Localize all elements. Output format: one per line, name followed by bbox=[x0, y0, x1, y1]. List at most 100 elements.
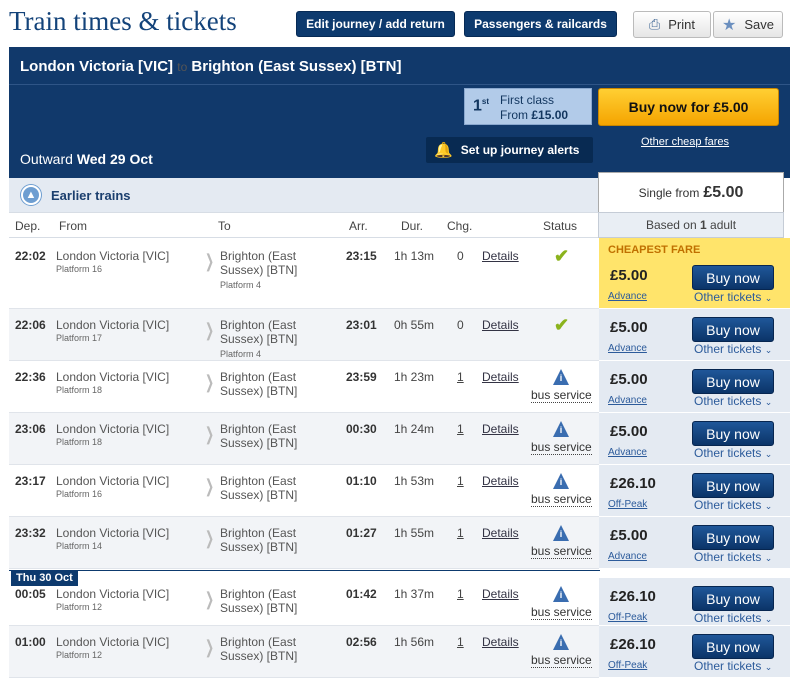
chevron-right-icon: ❯ bbox=[205, 251, 215, 271]
details-link[interactable]: Details bbox=[482, 635, 519, 649]
chevron-down-icon: ⌄ bbox=[764, 397, 773, 407]
fare-price: £26.10 bbox=[610, 636, 656, 653]
first-class-label: First class bbox=[500, 93, 554, 107]
bus-service-link[interactable]: bus service bbox=[531, 388, 592, 403]
departure-time: 23:32 bbox=[15, 526, 46, 540]
save-button[interactable]: ★ Save bbox=[713, 11, 783, 38]
buy-now-button[interactable]: Buy now bbox=[692, 634, 774, 659]
bus-service-link[interactable]: bus service bbox=[531, 605, 592, 620]
buy-now-button[interactable]: Buy now bbox=[692, 265, 774, 290]
from-station: London Victoria [VIC] Platform 16 bbox=[56, 249, 170, 274]
details-link[interactable]: Details bbox=[482, 526, 519, 540]
other-cheap-fares-link[interactable]: Other cheap fares bbox=[641, 136, 729, 148]
from-station: London Victoria [VIC] Platform 18 bbox=[56, 422, 170, 447]
ok-check-icon: ✔ bbox=[554, 315, 570, 335]
first-class-box[interactable]: 1st First class From £15.00 bbox=[464, 88, 592, 125]
train-row[interactable]: 01:00 London Victoria [VIC] Platform 12 ❯… bbox=[9, 626, 600, 678]
changes[interactable]: 1 bbox=[457, 526, 464, 540]
col-from: From bbox=[59, 219, 87, 233]
col-to: To bbox=[218, 219, 231, 233]
col-chg: Chg. bbox=[447, 219, 473, 233]
fare-type-link[interactable]: Off-Peak bbox=[608, 660, 647, 671]
print-button[interactable]: ⎙ Print bbox=[633, 11, 711, 38]
changes[interactable]: 1 bbox=[457, 587, 464, 601]
other-tickets-dropdown[interactable]: Other tickets ⌄ bbox=[694, 498, 772, 512]
from-station: London Victoria [VIC] Platform 17 bbox=[56, 318, 170, 343]
fare-type-link[interactable]: Advance bbox=[608, 343, 647, 354]
chevron-right-icon: ❯ bbox=[205, 424, 215, 444]
changes[interactable]: 1 bbox=[457, 635, 464, 649]
details-link[interactable]: Details bbox=[482, 318, 519, 332]
buy-now-button[interactable]: Buy now bbox=[692, 473, 774, 498]
other-tickets-dropdown[interactable]: Other tickets ⌄ bbox=[694, 550, 772, 564]
fare-type-link[interactable]: Advance bbox=[608, 291, 647, 302]
buy-now-button[interactable]: Buy now bbox=[692, 317, 774, 342]
buy-now-button[interactable]: Buy now bbox=[692, 421, 774, 446]
other-tickets-dropdown[interactable]: Other tickets ⌄ bbox=[694, 659, 772, 673]
fare-type-link[interactable]: Advance bbox=[608, 395, 647, 406]
outward-date: Outward Wed 29 Oct bbox=[20, 151, 153, 167]
train-row[interactable]: 22:06 London Victoria [VIC] Platform 17 ❯… bbox=[9, 309, 600, 361]
other-tickets-dropdown[interactable]: Other tickets ⌄ bbox=[694, 342, 772, 356]
day-divider bbox=[9, 570, 600, 571]
bus-service-link[interactable]: bus service bbox=[531, 440, 592, 455]
train-row[interactable]: 22:36 London Victoria [VIC] Platform 18 ❯… bbox=[9, 361, 600, 413]
details-link[interactable]: Details bbox=[482, 370, 519, 384]
bell-icon: 🔔 bbox=[434, 142, 453, 159]
buy-now-button[interactable]: Buy now bbox=[692, 525, 774, 550]
train-row[interactable]: 23:17 London Victoria [VIC] Platform 16 ❯… bbox=[9, 465, 600, 517]
train-row[interactable]: 23:06 London Victoria [VIC] Platform 18 ❯… bbox=[9, 413, 600, 465]
other-tickets-dropdown[interactable]: Other tickets ⌄ bbox=[694, 446, 772, 460]
other-tickets-dropdown[interactable]: Other tickets ⌄ bbox=[694, 394, 772, 408]
fare-type-link[interactable]: Off-Peak bbox=[608, 612, 647, 623]
bus-service-link[interactable]: bus service bbox=[531, 544, 592, 559]
edit-journey-button[interactable]: Edit journey / add return bbox=[296, 11, 455, 37]
chevron-down-icon: ⌄ bbox=[764, 614, 773, 624]
train-row[interactable]: 23:32 London Victoria [VIC] Platform 14 ❯… bbox=[9, 517, 600, 569]
fare-type-link[interactable]: Advance bbox=[608, 551, 647, 562]
buy-now-cheapest-button[interactable]: Buy now for £5.00 bbox=[598, 88, 779, 126]
fare-cell: £5.00 Advance Buy now Other tickets ⌄ bbox=[599, 413, 790, 465]
passengers-railcards-button[interactable]: Passengers & railcards bbox=[464, 11, 617, 37]
fare-price: £5.00 bbox=[610, 371, 648, 388]
warning-info-icon[interactable]: i bbox=[553, 634, 569, 650]
to-platform: Platform 4 bbox=[220, 280, 262, 290]
warning-info-icon[interactable]: i bbox=[553, 473, 569, 489]
details-link[interactable]: Details bbox=[482, 587, 519, 601]
from-platform: Platform 18 bbox=[56, 437, 103, 447]
details-link[interactable]: Details bbox=[482, 249, 519, 263]
other-tickets-dropdown[interactable]: Other tickets ⌄ bbox=[694, 290, 772, 304]
changes[interactable]: 1 bbox=[457, 474, 464, 488]
buy-now-button[interactable]: Buy now bbox=[692, 586, 774, 611]
buy-now-button[interactable]: Buy now bbox=[692, 369, 774, 394]
changes[interactable]: 1 bbox=[457, 422, 464, 436]
fare-type-link[interactable]: Advance bbox=[608, 447, 647, 458]
fare-price: £26.10 bbox=[610, 588, 656, 605]
bus-service-link[interactable]: bus service bbox=[531, 653, 592, 668]
details-link[interactable]: Details bbox=[482, 422, 519, 436]
fare-cell: £5.00 Advance Buy now Other tickets ⌄ bbox=[599, 517, 790, 569]
fare-type-link[interactable]: Off-Peak bbox=[608, 499, 647, 510]
details-link[interactable]: Details bbox=[482, 474, 519, 488]
to-station: Brighton (East Sussex) [BTN] Platform 4 bbox=[220, 318, 298, 359]
cheapest-fare-label: CHEAPEST FARE bbox=[608, 244, 701, 256]
route-connector: to bbox=[177, 60, 188, 74]
fare-cell: £5.00 Advance Buy now Other tickets ⌄ bbox=[599, 361, 790, 413]
bus-service-link[interactable]: bus service bbox=[531, 492, 592, 507]
changes[interactable]: 1 bbox=[457, 370, 464, 384]
warning-info-icon[interactable]: i bbox=[553, 369, 569, 385]
earlier-trains-bar[interactable]: ▲ Earlier trains bbox=[9, 178, 600, 212]
to-station: Brighton (East Sussex) [BTN] Platform 4 bbox=[220, 249, 298, 290]
journey-alerts-button[interactable]: 🔔 Set up journey alerts bbox=[426, 137, 593, 163]
other-tickets-dropdown[interactable]: Other tickets ⌄ bbox=[694, 611, 772, 625]
origin-station: London Victoria [VIC] bbox=[20, 58, 174, 75]
train-row[interactable]: 22:02 London Victoria [VIC] Platform 16 ❯… bbox=[9, 238, 600, 309]
from-platform: Platform 12 bbox=[56, 602, 103, 612]
warning-info-icon[interactable]: i bbox=[553, 421, 569, 437]
from-station: London Victoria [VIC] Platform 18 bbox=[56, 370, 170, 395]
day-label: Thu 30 Oct bbox=[11, 570, 78, 586]
train-row[interactable]: 00:05 London Victoria [VIC] Platform 12 ❯… bbox=[9, 578, 600, 626]
warning-info-icon[interactable]: i bbox=[553, 525, 569, 541]
warning-info-icon[interactable]: i bbox=[553, 586, 569, 602]
col-arr: Arr. bbox=[349, 219, 368, 233]
